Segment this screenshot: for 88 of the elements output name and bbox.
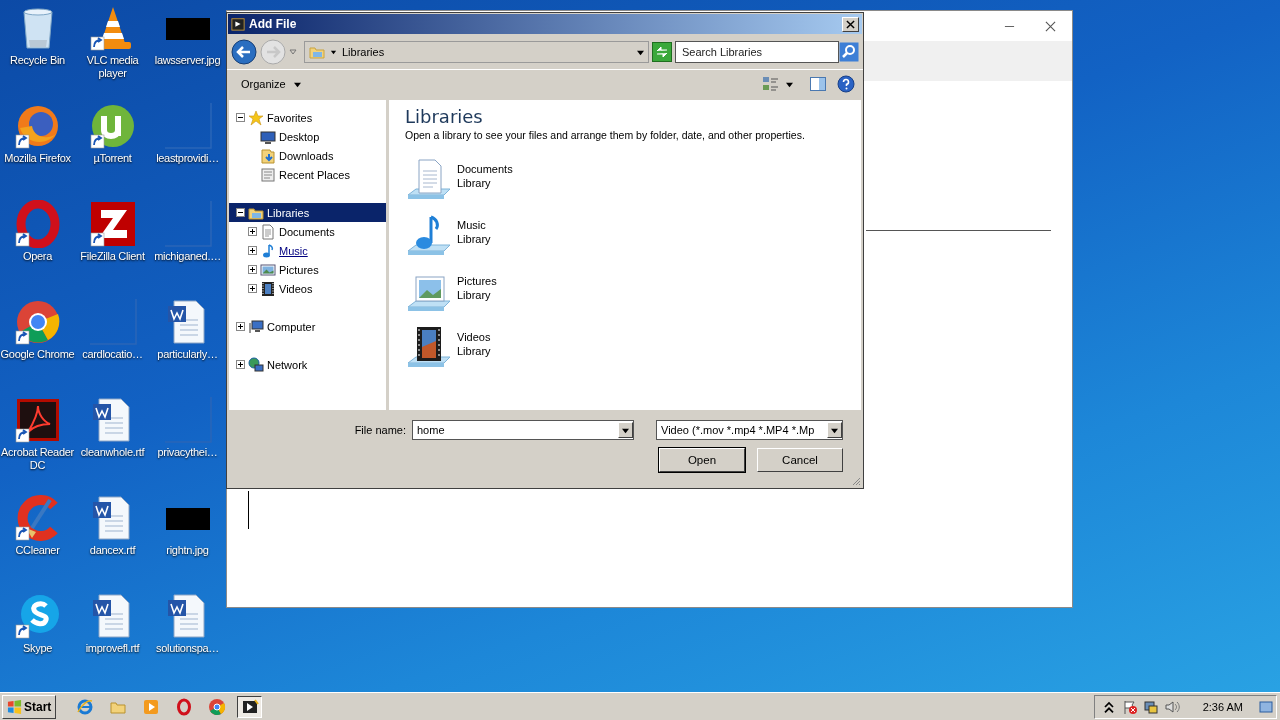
close-icon bbox=[846, 19, 855, 29]
tree-item[interactable]: Videos bbox=[229, 279, 386, 298]
desktop-shortcut[interactable]: µTorrent bbox=[75, 102, 150, 165]
desktop-shortcut[interactable]: VLC media player bbox=[75, 4, 150, 80]
collapse-icon[interactable] bbox=[236, 208, 245, 217]
desktop-shortcut[interactable]: CCleaner bbox=[0, 494, 75, 557]
expand-icon[interactable] bbox=[248, 246, 257, 255]
tree-item[interactable]: Desktop bbox=[229, 127, 386, 146]
tree-item[interactable]: Documents bbox=[229, 222, 386, 241]
resize-grip-icon[interactable] bbox=[851, 476, 861, 486]
close-icon[interactable] bbox=[1045, 20, 1056, 32]
download-folder-icon bbox=[260, 147, 276, 164]
close-button[interactable] bbox=[842, 16, 859, 32]
flag-warning-icon[interactable] bbox=[1121, 698, 1138, 715]
play-clapper-icon bbox=[231, 17, 245, 31]
refresh-icon[interactable] bbox=[652, 42, 672, 62]
document-icon bbox=[260, 223, 276, 240]
library-item[interactable]: Videos Library bbox=[405, 325, 845, 375]
field-label: File name: bbox=[354, 424, 406, 436]
clock[interactable]: 2:36 AM bbox=[1202, 700, 1243, 713]
help-icon[interactable] bbox=[837, 75, 855, 93]
desktop-shortcut[interactable]: Acrobat Reader DC bbox=[0, 396, 75, 472]
library-item[interactable]: Pictures Library bbox=[405, 269, 845, 319]
library-folder-icon bbox=[309, 44, 325, 60]
recent-places-icon bbox=[260, 166, 276, 183]
desktop-shortcut[interactable]: leastprovidi… bbox=[150, 102, 225, 165]
desktop-shortcut[interactable]: dancex.rtf bbox=[75, 494, 150, 557]
desktop-shortcut[interactable]: Google Chrome bbox=[0, 298, 75, 361]
caret-icon[interactable] bbox=[786, 80, 793, 88]
browser-e-icon bbox=[75, 697, 94, 716]
description-text: Open a library to see your files and arrange them by folder, date, and other properties. bbox=[405, 129, 806, 141]
desktop-shortcut[interactable]: michiganed.… bbox=[150, 200, 225, 263]
network-icon[interactable] bbox=[1142, 698, 1159, 715]
caret-icon bbox=[330, 48, 337, 56]
ring-logo-icon bbox=[174, 697, 193, 716]
tree-item[interactable]: Favorites bbox=[229, 108, 386, 127]
desktop-shortcut[interactable]: lawsserver.jpg bbox=[150, 4, 225, 67]
network-globe-icon bbox=[248, 356, 264, 373]
media-player-icon bbox=[141, 697, 160, 716]
expand-icon[interactable] bbox=[236, 360, 245, 369]
tree-item[interactable]: Music bbox=[229, 241, 386, 260]
desktop-shortcut[interactable]: Skype bbox=[0, 592, 75, 655]
dropdown-arrow-icon bbox=[637, 48, 644, 56]
window-title: Add File bbox=[249, 17, 298, 31]
search-icon[interactable] bbox=[839, 42, 859, 62]
library-item[interactable]: Music Library bbox=[405, 213, 845, 263]
speaker-icon[interactable] bbox=[1163, 698, 1180, 715]
desktop-shortcut[interactable]: privacythei… bbox=[150, 396, 225, 459]
desktop-shortcut[interactable]: solutionspa… bbox=[150, 592, 225, 655]
desktop-shortcut[interactable]: cardlocatio… bbox=[75, 298, 150, 361]
preview-pane-icon[interactable] bbox=[809, 75, 827, 93]
desktop-shortcut[interactable]: Opera bbox=[0, 200, 75, 263]
desktop-shortcut[interactable]: particularly… bbox=[150, 298, 225, 361]
dialog-button[interactable]: Open bbox=[659, 448, 745, 472]
desktop-shortcut[interactable]: FileZilla Client bbox=[75, 200, 150, 263]
start-button[interactable]: Start bbox=[2, 694, 57, 719]
expand-icon[interactable] bbox=[248, 284, 257, 293]
address-bar[interactable]: Libraries bbox=[304, 41, 649, 63]
library-item[interactable]: Documents Library bbox=[405, 157, 845, 207]
desktop-shortcut[interactable]: cleanwhole.rtf bbox=[75, 396, 150, 459]
search-field[interactable]: Search Libraries bbox=[675, 41, 839, 63]
tree-item[interactable]: Computer bbox=[229, 317, 386, 336]
dialog-button[interactable]: Cancel bbox=[757, 448, 843, 472]
tree-item[interactable]: Recent Places bbox=[229, 165, 386, 184]
desktop-shortcut[interactable]: improvefl.rtf bbox=[75, 592, 150, 655]
dropdown-arrow-icon bbox=[831, 426, 838, 434]
windows-logo-icon bbox=[7, 699, 22, 714]
file-type-dropdown[interactable]: Video (*.mov *.mp4 *.MP4 *.Mp bbox=[656, 420, 843, 440]
computer-icon bbox=[248, 318, 264, 335]
dropdown-arrow-icon bbox=[622, 426, 629, 434]
expand-icon[interactable] bbox=[248, 265, 257, 274]
expand-icon[interactable] bbox=[236, 322, 245, 331]
film-icon bbox=[260, 280, 276, 297]
collapse-icon[interactable] bbox=[236, 113, 245, 122]
play-clapper-icon bbox=[240, 697, 259, 716]
tree-item[interactable]: Libraries bbox=[229, 203, 386, 222]
file-name-field[interactable]: home bbox=[412, 420, 634, 440]
desktop-shortcut[interactable]: rightn.jpg bbox=[150, 494, 225, 557]
taskbar-app-button[interactable] bbox=[237, 695, 263, 718]
page-heading: Libraries bbox=[405, 106, 484, 127]
desktop-shortcut[interactable]: Recycle Bin bbox=[0, 4, 75, 67]
tree-item[interactable]: Downloads bbox=[229, 146, 386, 165]
wheel-logo-icon bbox=[207, 697, 226, 716]
tree-item[interactable]: Network bbox=[229, 355, 386, 374]
organize-menu[interactable]: Organize bbox=[237, 75, 305, 93]
expand-icon[interactable] bbox=[248, 227, 257, 236]
tree-item[interactable]: Pictures bbox=[229, 260, 386, 279]
desktop-shortcut[interactable]: Mozilla Firefox bbox=[0, 102, 75, 165]
